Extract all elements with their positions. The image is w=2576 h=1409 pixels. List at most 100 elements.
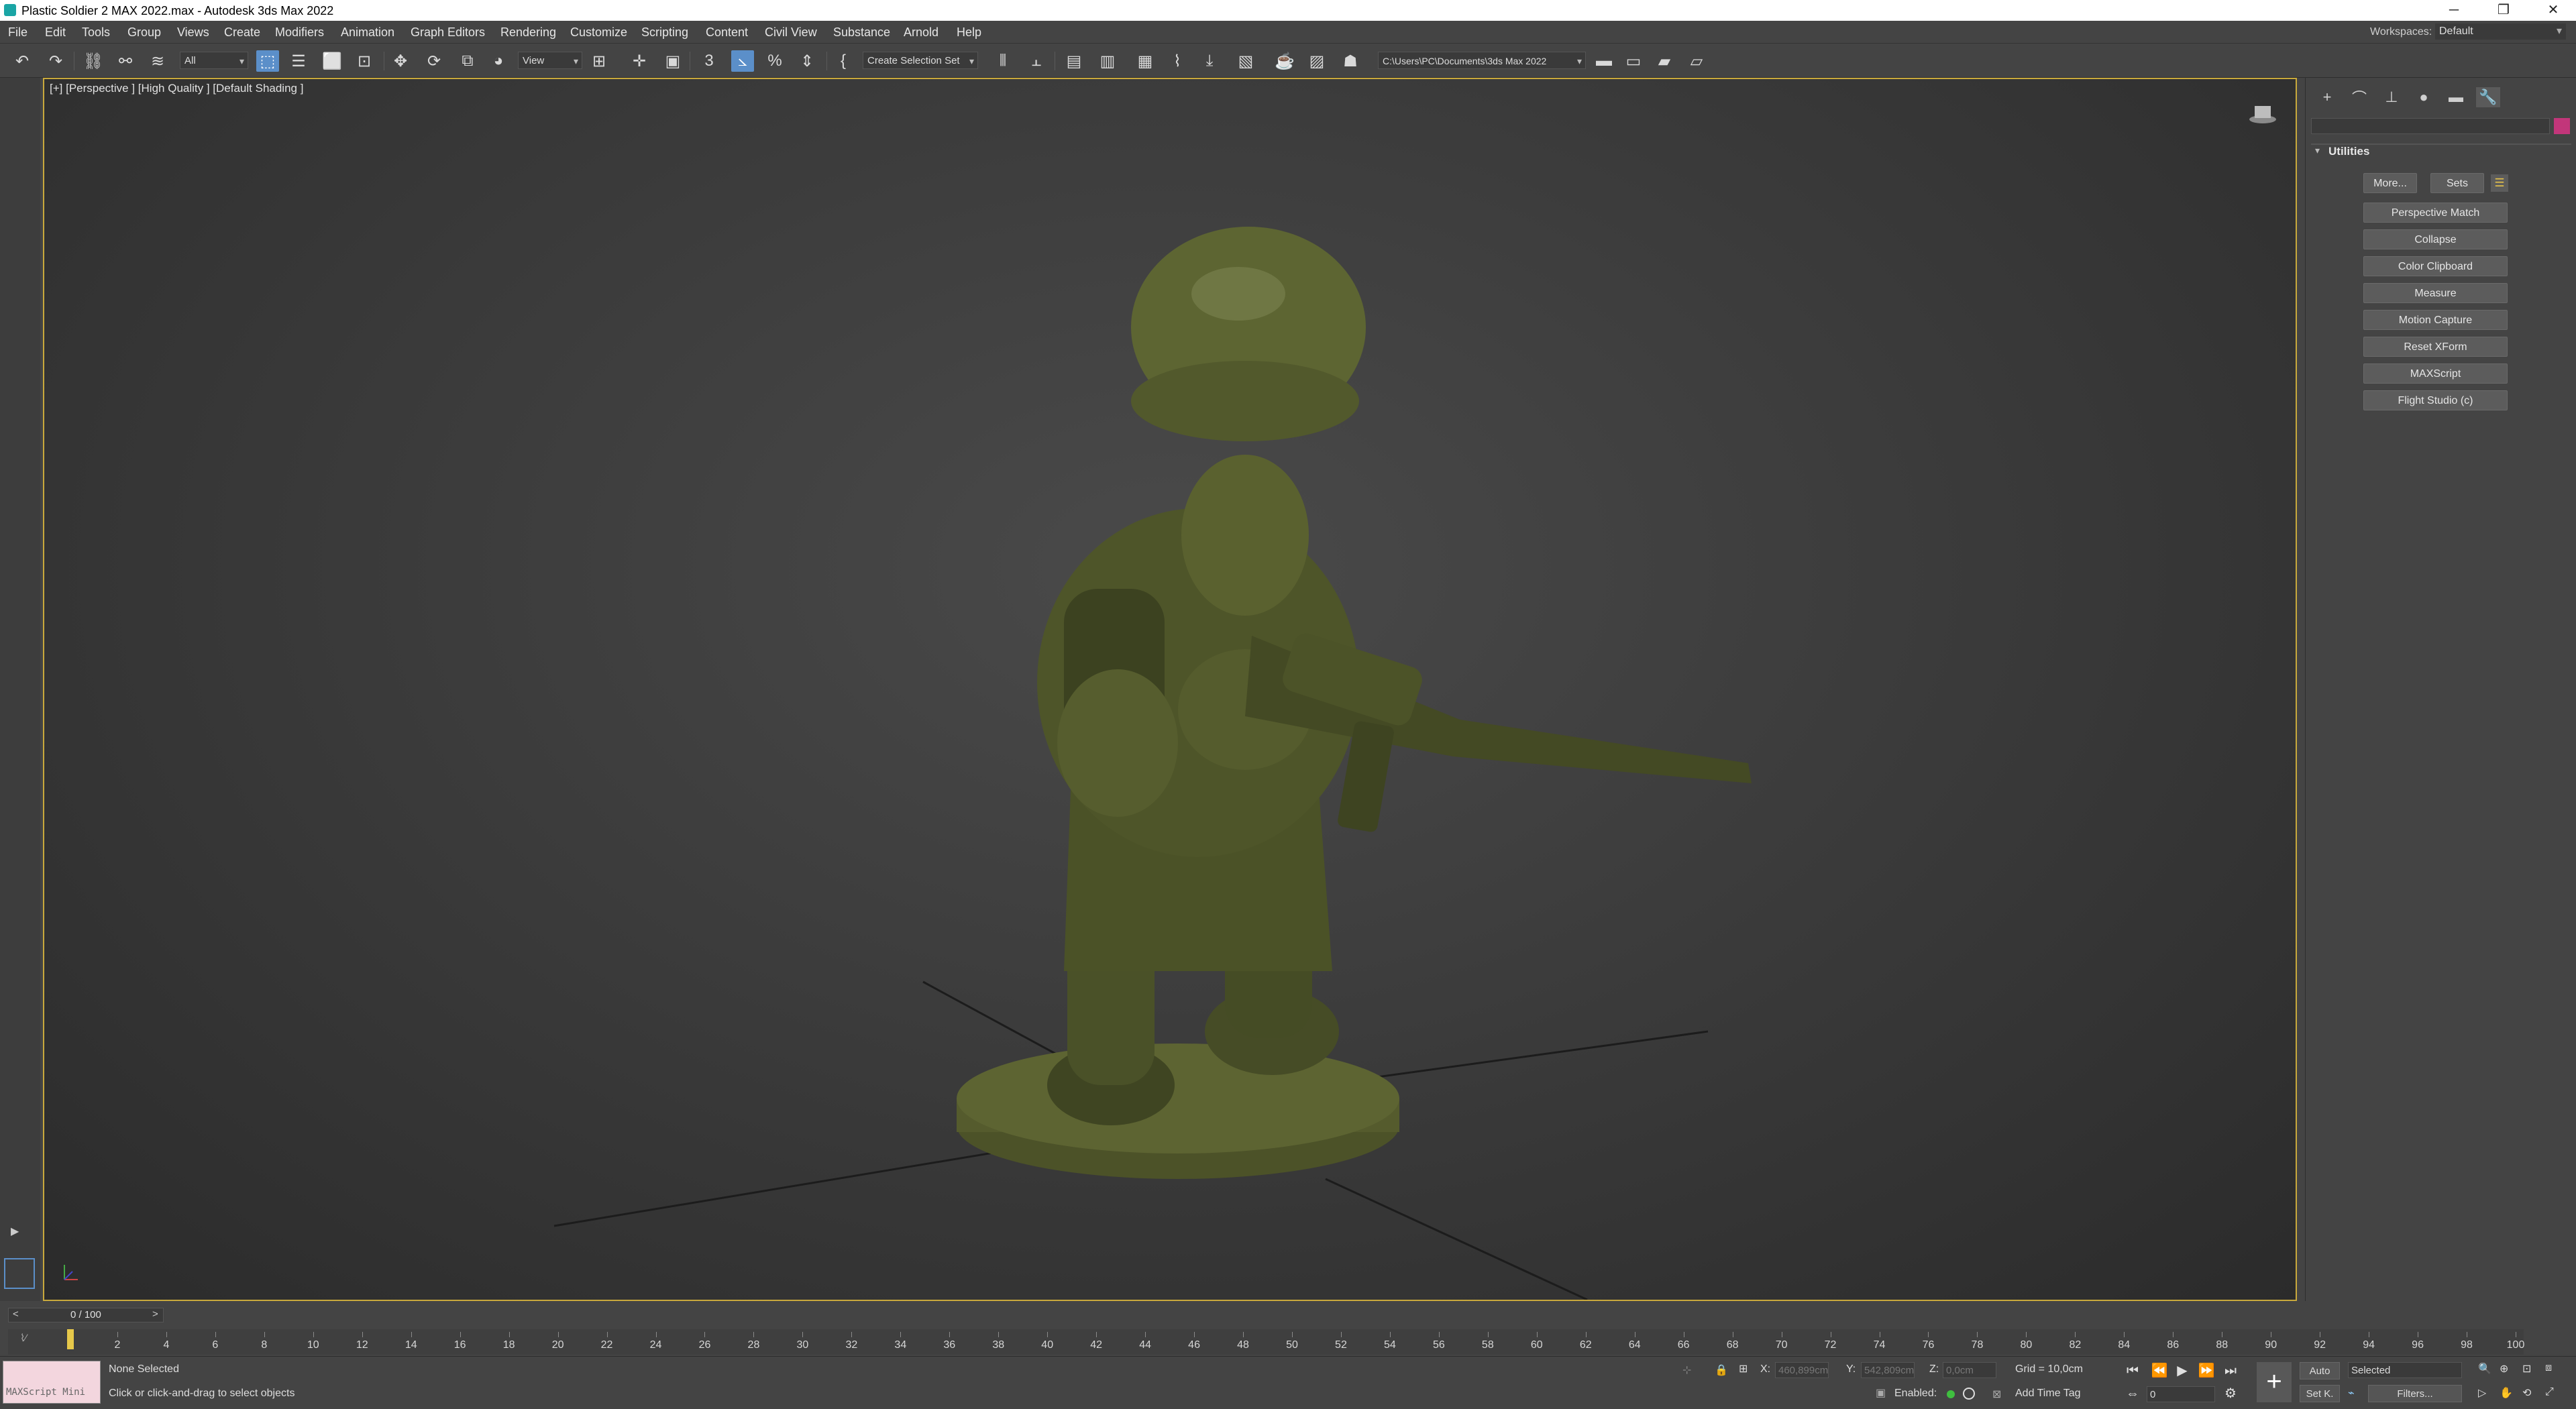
utilities-tab-icon[interactable]: 🔧 [2476,87,2500,107]
viewport-layout-icon[interactable] [4,1258,35,1289]
project-settings-icon[interactable]: ▱ [1685,50,1708,72]
spinner-snap-icon[interactable]: ⇕ [796,50,818,72]
toggle-ribbon-icon[interactable]: ▦ [1134,50,1157,72]
workspaces-dropdown[interactable]: Default [2435,23,2566,40]
adaptive-degradation-icon[interactable]: ▣ [1876,1386,1886,1400]
menu-help[interactable]: Help [957,25,981,40]
toggle-layer-explorer-icon[interactable]: ▥ [1096,50,1119,72]
maximize-viewport-icon[interactable]: ⤢ [2545,1386,2554,1398]
rendered-frame-window-icon[interactable]: ▨ [1305,50,1328,72]
object-name-field[interactable] [2311,118,2550,134]
menu-content[interactable]: Content [706,25,748,40]
go-to-start-icon[interactable]: ⏮ [2124,1362,2141,1379]
unlink-icon[interactable]: ⚯ [114,50,137,72]
default-tangents-icon[interactable]: ⌁ [2348,1386,2355,1400]
previous-frame-icon[interactable]: ⏪ [2151,1362,2168,1379]
key-mode-toggle-icon[interactable]: ⇔ [2124,1385,2141,1402]
perspective-viewport[interactable]: [+] [Perspective ] [High Quality ] [Defa… [43,78,2297,1301]
restore-button[interactable]: ❐ [2481,0,2526,21]
keyboard-shortcut-override-icon[interactable]: ▣ [661,50,684,72]
menu-rendering[interactable]: Rendering [500,25,556,40]
motion-capture-button[interactable]: Motion Capture [2363,310,2508,330]
move-icon[interactable]: ✥ [389,50,412,72]
project-folder-icon[interactable]: ▬ [1593,50,1615,72]
scale-icon[interactable]: ⧉ [456,50,479,72]
minimize-button[interactable]: ─ [2431,0,2477,21]
redo-icon[interactable]: ↷ [44,50,67,72]
display-tab-icon[interactable]: ▬ [2444,87,2468,107]
z-coordinate-field[interactable]: 0,0cm [1943,1362,1996,1378]
maxscript-button[interactable]: MAXScript [2363,363,2508,384]
mirror-icon[interactable]: ⫴ [991,50,1014,72]
schematic-view-icon[interactable]: ⤓ [1198,50,1221,72]
menu-modifiers[interactable]: Modifiers [275,25,324,40]
edit-named-selection-icon[interactable]: { [832,50,855,72]
field-of-view-icon[interactable]: ▷ [2478,1386,2486,1400]
pan-view-icon[interactable]: ✋ [2500,1386,2513,1400]
more-button[interactable]: More... [2363,173,2417,193]
create-project-icon[interactable]: ▰ [1653,50,1676,72]
expand-arrow-icon[interactable]: ▶ [11,1225,19,1238]
menu-civil-view[interactable]: Civil View [765,25,817,40]
undo-icon[interactable]: ↶ [11,50,34,72]
x-coordinate-field[interactable]: 460,899cm [1775,1362,1829,1378]
create-tab-icon[interactable]: + [2315,87,2339,107]
zoom-icon[interactable]: 🔍 [2478,1362,2491,1375]
link-icon[interactable]: ⛓ [82,50,105,72]
curve-editor-icon[interactable]: ⌇ [1166,50,1189,72]
orbit-icon[interactable]: ⟲ [2522,1386,2531,1400]
next-frame-icon[interactable]: ⏩ [2198,1362,2215,1379]
soldier-figure[interactable] [957,227,1752,1179]
next-frame-button[interactable]: > [152,1308,158,1320]
open-mini-curve-editor-icon[interactable]: ⌇∕ [20,1332,27,1344]
key-filters-button[interactable]: Filters... [2368,1385,2462,1402]
rotate-icon[interactable]: ⟳ [423,50,445,72]
current-frame-field[interactable]: 0 [2147,1386,2215,1402]
object-color-swatch[interactable] [2554,118,2570,134]
menu-graph-editors[interactable]: Graph Editors [411,25,485,40]
zoom-all-icon[interactable]: ⊕ [2500,1362,2508,1375]
sets-button[interactable]: Sets [2430,173,2484,193]
measure-button[interactable]: Measure [2363,283,2508,303]
toggle-scene-explorer-icon[interactable]: ▤ [1063,50,1085,72]
hierarchy-tab-icon[interactable]: ⊥ [2379,87,2404,107]
absolute-mode-icon[interactable]: ⊞ [1739,1362,1748,1375]
menu-views[interactable]: Views [177,25,209,40]
close-button[interactable]: ✕ [2530,0,2576,21]
track-bar[interactable] [8,1329,2524,1355]
go-to-end-icon[interactable]: ⏭ [2222,1362,2239,1379]
menu-customize[interactable]: Customize [570,25,627,40]
placement-icon[interactable]: ◕ [487,50,510,72]
set-key-icon[interactable]: + [2257,1362,2292,1402]
play-icon[interactable]: ▶ [2174,1362,2191,1379]
reference-coordinate-dropdown[interactable]: View [518,52,582,70]
add-time-tag-button[interactable]: Add Time Tag [2015,1388,2081,1400]
snaps-toggle-icon[interactable]: 3 [698,50,720,72]
zoom-extents-icon[interactable]: ⊡ [2522,1362,2531,1375]
maxscript-listener[interactable]: MAXScript Mini [3,1361,101,1404]
open-project-icon[interactable]: ▭ [1622,50,1645,72]
zoom-extents-all-icon[interactable]: ⧈ [2545,1362,2552,1374]
y-coordinate-field[interactable]: 542,809cm [1861,1362,1915,1378]
flight-studio-button[interactable]: Flight Studio (c) [2363,390,2508,410]
time-slider-key-marker[interactable] [67,1329,74,1349]
collapse-button[interactable]: Collapse [2363,229,2508,249]
auto-key-button[interactable]: Auto [2300,1362,2340,1379]
selection-filter-dropdown[interactable]: All [180,52,248,70]
render-production-icon[interactable]: ☗ [1339,50,1362,72]
select-manipulate-icon[interactable]: ✛ [628,50,651,72]
render-setup-icon[interactable]: ☕ [1273,50,1296,72]
time-tag-icon[interactable]: ⊠ [1992,1388,2001,1401]
rectangular-selection-icon[interactable]: ⬜ [321,50,343,72]
select-by-name-icon[interactable]: ☰ [287,50,310,72]
reset-xform-button[interactable]: Reset XForm [2363,337,2508,357]
viewcube-icon[interactable] [2249,102,2277,125]
bind-space-warp-icon[interactable]: ≋ [146,50,169,72]
time-slider[interactable]: < 0 / 100 > ⌇∕ 2 4 6 8 10 12 14 16 18 20 22 24 26 28 3… [0,1302,2576,1356]
pivot-center-icon[interactable]: ⊞ [588,50,610,72]
percent-snap-icon[interactable]: % [763,50,786,72]
time-slider-track[interactable]: < 0 / 100 > [8,1308,164,1322]
menu-arnold[interactable]: Arnold [904,25,938,40]
modify-tab-icon[interactable]: ⌒ [2347,87,2371,107]
menu-tools[interactable]: Tools [82,25,110,40]
